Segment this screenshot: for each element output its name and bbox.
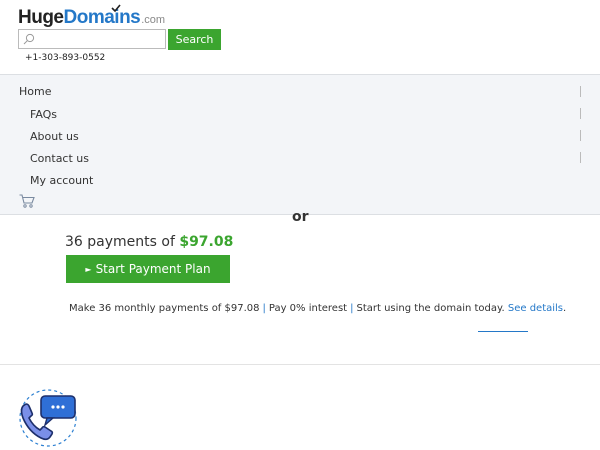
phone-chat-support-icon <box>19 389 77 447</box>
nav-separator <box>580 130 581 141</box>
search-input[interactable] <box>19 32 165 51</box>
logo-domains-text: Domains <box>63 7 141 28</box>
payment-info-line: Make 36 monthly payments of $97.08 | Pay 0… <box>69 303 566 314</box>
nav-separator <box>580 108 581 119</box>
logo-com-text: .com <box>141 14 166 26</box>
info-interest: Pay 0% interest <box>268 303 348 314</box>
nav-item-contact-us[interactable]: Contact us <box>30 152 89 165</box>
cart-icon[interactable] <box>19 194 35 208</box>
header: Huge Domains .com Search +1-303-893-0552 <box>0 0 600 74</box>
phone-number[interactable]: +1-303-893-0552 <box>25 53 105 63</box>
or-label: or <box>292 209 309 225</box>
nav-item-my-account[interactable]: My account <box>30 174 93 187</box>
section-divider <box>0 364 600 365</box>
info-monthly-payments: Make 36 monthly payments of $97.08 <box>69 303 260 314</box>
logo[interactable]: Huge Domains .com <box>18 7 165 29</box>
nav-item-faqs[interactable]: FAQs <box>30 108 57 121</box>
page: Huge Domains .com Search +1-303-893-0552 H… <box>0 0 600 450</box>
start-payment-plan-button[interactable]: ► Start Payment Plan <box>66 255 230 283</box>
payments-summary: 36 payments of $97.08 <box>65 234 233 250</box>
payments-amount: $97.08 <box>179 234 234 250</box>
payments-prefix: 36 payments of <box>65 234 180 250</box>
info-separator: | <box>350 303 354 314</box>
nav-item-home[interactable]: Home <box>19 85 51 98</box>
nav-separator <box>580 86 581 97</box>
search-button[interactable]: Search <box>168 29 221 50</box>
logo-checkmark-icon <box>111 4 121 12</box>
nav-item-about-us[interactable]: About us <box>30 130 79 143</box>
info-period: . <box>563 303 567 314</box>
search-icon <box>23 33 35 45</box>
info-separator: | <box>262 303 266 314</box>
nav-menu: Home FAQs About us Contact us My account <box>0 74 600 215</box>
nav-separator <box>580 152 581 163</box>
search-box <box>18 29 166 51</box>
info-start-using: Start using the domain today. <box>356 303 505 314</box>
play-arrow-icon: ► <box>85 264 92 274</box>
logo-huge-text: Huge <box>18 7 64 28</box>
see-details-underline <box>478 331 528 332</box>
start-payment-plan-label: Start Payment Plan <box>95 262 211 276</box>
see-details-link[interactable]: See details <box>508 303 563 314</box>
